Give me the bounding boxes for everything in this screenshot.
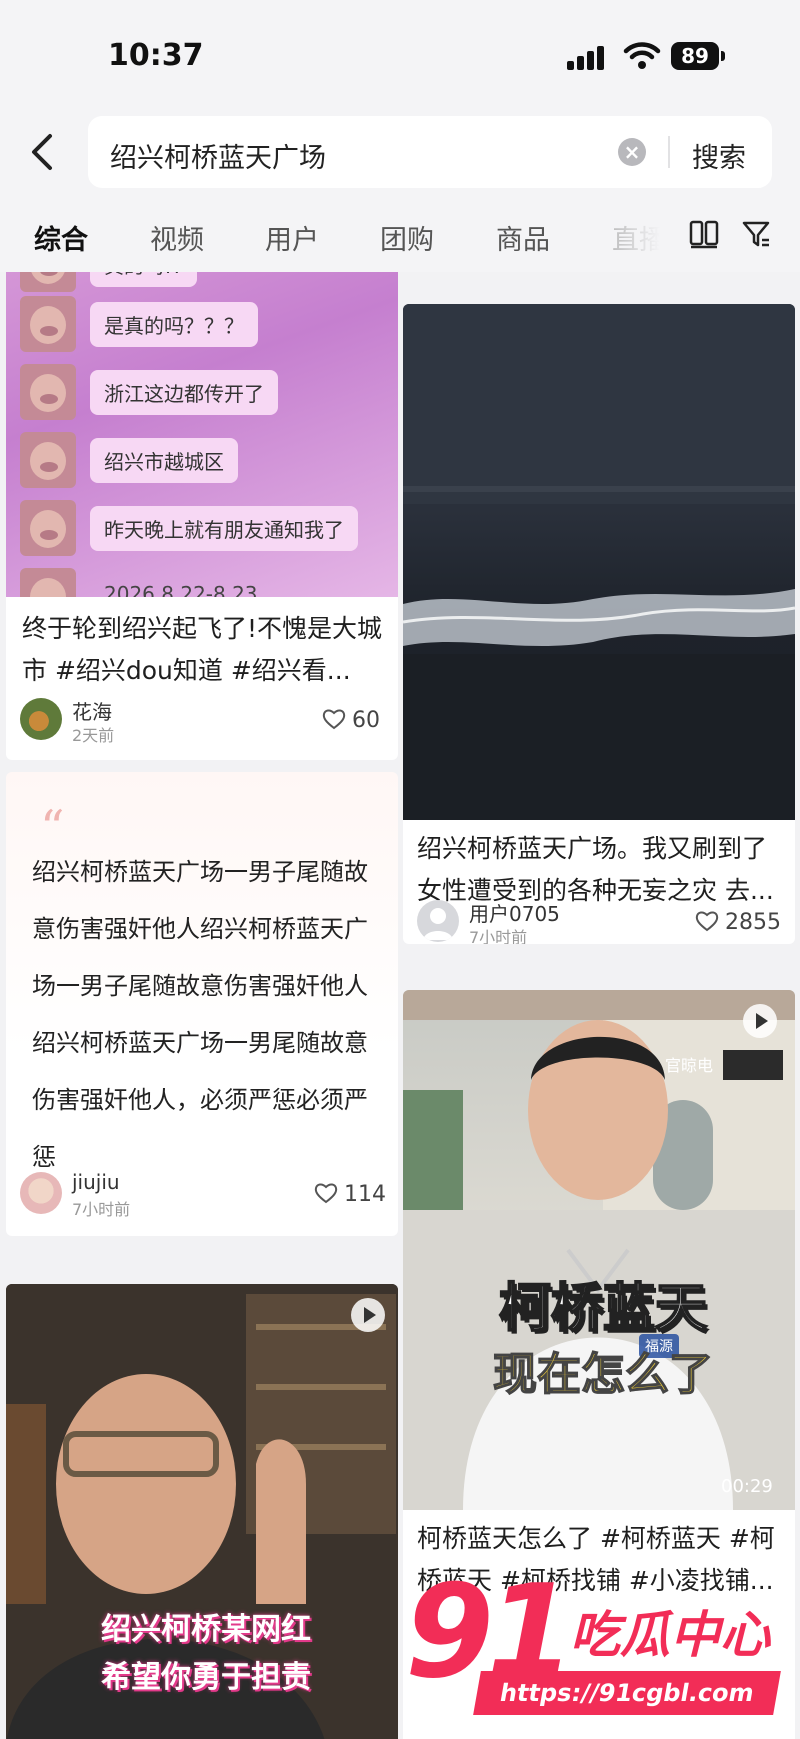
video-overlay-subtitle: 现在怎么了 [492, 1348, 714, 1401]
results-feed: 真的吗!? 是真的吗？？？ 浙江这边都传开了 绍兴市越城区 昨天晚上就有朋友通知… [0, 272, 800, 1739]
play-icon[interactable] [743, 1004, 777, 1038]
heart-icon[interactable] [695, 910, 719, 932]
author-name[interactable]: 花海 [72, 696, 112, 725]
video-overlay-title: 柯桥蓝天 [498, 1278, 708, 1340]
pig-avatar-icon [20, 272, 76, 292]
grid-view-icon[interactable] [688, 218, 720, 250]
store-sign: 官晾电 [665, 1056, 714, 1075]
chat-message: 2026.8.22-8.23 [20, 568, 390, 597]
search-query[interactable]: 绍兴柯桥蓝天广场 [110, 136, 326, 175]
like-count[interactable]: 60 [322, 708, 380, 733]
pig-avatar-icon [20, 568, 76, 597]
result-card-quote[interactable]: “ 绍兴柯桥蓝天广场一男子尾随故意伤害强奸他人绍兴柯桥蓝天广场一男子尾随故意伤害… [6, 772, 398, 1236]
watermark-url: https://91cgbl.com [473, 1671, 781, 1715]
post-time: 7小时前 [72, 1200, 131, 1219]
watermark-name: 吃瓜中心 [570, 1606, 770, 1664]
sea-scene [403, 304, 795, 820]
avatar[interactable] [20, 1172, 62, 1214]
pig-avatar-icon [20, 364, 76, 420]
result-card-sea[interactable]: 绍兴柯桥蓝天广场。我又刷到了 女性遭受到的各种无妄之灾 去... 用户0705 … [403, 304, 795, 944]
result-card-chat[interactable]: 真的吗!? 是真的吗？？？ 浙江这边都传开了 绍兴市越城区 昨天晚上就有朋友通知… [6, 272, 398, 760]
card-thumbnail: 真的吗!? 是真的吗？？？ 浙江这边都传开了 绍兴市越城区 昨天晚上就有朋友通知… [6, 272, 398, 597]
pig-avatar-icon [20, 500, 76, 556]
cellular-signal-icon [567, 44, 607, 70]
quote-text[interactable]: 绍兴柯桥蓝天广场一男子尾随故意伤害强奸他人绍兴柯桥蓝天广场一男子尾随故意伤害强奸… [32, 844, 372, 1186]
video-duration: 00:29 [721, 1476, 773, 1497]
search-input[interactable]: 绍兴柯桥蓝天广场 × 搜索 [88, 116, 772, 188]
back-arrow-icon[interactable] [24, 128, 64, 176]
tab-comprehensive[interactable]: 综合 [34, 218, 88, 257]
status-time: 10:37 [108, 38, 204, 73]
card-thumbnail: 官晾电 柯桥蓝天 福源 现在怎么了 00:29 [403, 990, 795, 1510]
avatar[interactable] [20, 698, 62, 740]
avatar[interactable] [417, 900, 459, 942]
video-overlay-line2: 希望你勇于担责 [101, 1660, 311, 1695]
chat-message: 昨天晚上就有朋友通知我了 [20, 500, 390, 556]
tab-fade [580, 200, 680, 272]
play-icon[interactable] [351, 1298, 385, 1332]
pig-avatar-icon [20, 432, 76, 488]
chat-message: 是真的吗？？？ [20, 296, 390, 352]
battery-indicator: 89 [671, 42, 725, 70]
tab-users[interactable]: 用户 [265, 218, 319, 257]
like-count[interactable]: 114 [314, 1182, 386, 1207]
result-tabs: 综合 视频 用户 团购 商品 直播 [0, 200, 800, 272]
card-title[interactable]: 终于轮到绍兴起飞了!不愧是大城市 #绍兴dou知道 #绍兴看... [22, 608, 384, 692]
search-divider [668, 136, 670, 168]
author-name[interactable]: jiujiu [72, 1170, 120, 1194]
like-count[interactable]: 2855 [695, 910, 781, 935]
video-overlay-line1: 绍兴柯桥某网红 [101, 1612, 311, 1647]
filter-icon[interactable] [740, 218, 772, 250]
chat-message: 真的吗!? [20, 272, 390, 292]
card-thumbnail [403, 304, 795, 820]
site-watermark: 91 吃瓜中心 https://91cgbl.com [405, 1563, 795, 1733]
chat-message: 浙江这边都传开了 [20, 364, 390, 420]
tab-video[interactable]: 视频 [150, 218, 204, 257]
wifi-icon [623, 42, 661, 69]
card-thumbnail: 绍兴柯桥某网红 希望你勇于担责 [6, 1284, 398, 1739]
result-card-bald-video[interactable]: 绍兴柯桥某网红 希望你勇于担责 [6, 1284, 398, 1739]
search-button[interactable]: 搜索 [692, 136, 746, 175]
clear-icon[interactable]: × [618, 138, 646, 166]
author-name[interactable]: 用户0705 [469, 898, 560, 927]
chat-message: 绍兴市越城区 [20, 432, 390, 488]
tab-group-buy[interactable]: 团购 [380, 218, 434, 257]
post-time: 7小时前 [469, 928, 528, 944]
tab-products[interactable]: 商品 [496, 218, 550, 257]
search-header: 绍兴柯桥蓝天广场 × 搜索 [0, 112, 800, 200]
heart-icon[interactable] [314, 1182, 338, 1204]
status-bar: 10:37 89 [0, 0, 800, 112]
mall-scene [403, 990, 795, 1510]
pig-avatar-icon [20, 296, 76, 352]
post-time: 2天前 [72, 726, 115, 745]
heart-icon[interactable] [322, 708, 346, 730]
